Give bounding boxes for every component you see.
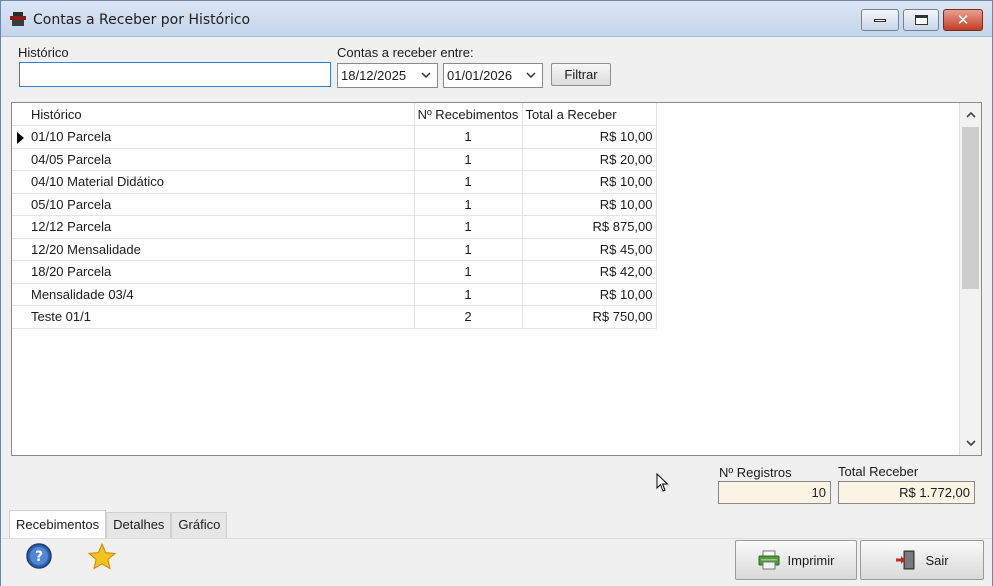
exit-button-label: Sair [925, 552, 949, 568]
svg-text:?: ? [35, 549, 43, 565]
cell-n-recebimentos: 1 [414, 170, 523, 194]
cell-historico: 18/20 Parcela [28, 260, 415, 284]
table-row[interactable]: 04/10 Material Didático 1 R$ 10,00 [12, 170, 657, 194]
date-to-picker[interactable]: 01/01/2026 [443, 63, 543, 88]
row-indicator [12, 170, 28, 194]
cell-total: R$ 875,00 [522, 215, 657, 239]
row-indicator-header [12, 103, 28, 126]
row-indicator [12, 193, 28, 216]
cell-historico: 04/05 Parcela [28, 148, 415, 171]
title-bar: Contas a Receber por Histórico ✕ [1, 1, 992, 37]
row-indicator [12, 215, 28, 239]
row-indicator [12, 125, 28, 149]
cell-n-recebimentos: 1 [414, 215, 523, 239]
vertical-scrollbar[interactable] [959, 103, 981, 455]
cell-historico: Mensalidade 03/4 [28, 283, 415, 306]
mouse-pointer-icon [656, 473, 669, 492]
tab-recebimentos[interactable]: Recebimentos [9, 510, 107, 538]
column-header-n-recebimentos[interactable]: Nº Recebimentos [414, 103, 523, 126]
row-indicator [12, 260, 28, 284]
scroll-down-button[interactable] [960, 433, 981, 453]
cell-total: R$ 42,00 [522, 260, 657, 284]
print-button[interactable]: Imprimir [735, 540, 857, 580]
chevron-down-icon [526, 72, 536, 79]
total-receber-label: Total Receber [838, 464, 919, 479]
tab-detalhes[interactable]: Detalhes [106, 512, 172, 538]
cell-total: R$ 10,00 [522, 125, 657, 149]
print-button-label: Imprimir [787, 552, 835, 568]
cell-n-recebimentos: 1 [414, 193, 523, 216]
chevron-down-icon [965, 440, 976, 447]
historico-input[interactable] [19, 62, 331, 87]
historico-label: Histórico [18, 45, 69, 60]
table-row[interactable]: 04/05 Parcela 1 R$ 20,00 [12, 148, 657, 171]
star-icon[interactable] [87, 542, 117, 572]
row-indicator [12, 238, 28, 261]
cell-n-recebimentos: 1 [414, 238, 523, 261]
cell-n-recebimentos: 1 [414, 260, 523, 284]
total-receber-value: R$ 1.772,00 [838, 481, 975, 504]
scroll-thumb[interactable] [962, 127, 979, 289]
row-indicator [12, 148, 28, 171]
exit-button[interactable]: Sair [860, 540, 984, 580]
cell-n-recebimentos: 1 [414, 125, 523, 149]
cell-total: R$ 45,00 [522, 238, 657, 261]
n-registros-value: 10 [718, 481, 831, 504]
scroll-up-button[interactable] [960, 105, 981, 125]
results-table: Histórico Nº Recebimentos Total a Recebe… [12, 103, 657, 329]
current-row-arrow-icon [16, 131, 24, 144]
table-row[interactable]: Mensalidade 03/4 1 R$ 10,00 [12, 283, 657, 306]
tab-bar: Recebimentos Detalhes Gráfico [9, 510, 228, 538]
cell-historico: 04/10 Material Didático [28, 170, 415, 194]
table-row[interactable]: 12/12 Parcela 1 R$ 875,00 [12, 215, 657, 239]
chevron-down-icon [421, 72, 431, 79]
filter-button[interactable]: Filtrar [551, 63, 611, 86]
tab-grafico[interactable]: Gráfico [171, 512, 228, 538]
help-icon[interactable]: ? [25, 542, 53, 570]
printer-icon [758, 550, 780, 570]
cell-total: R$ 10,00 [522, 283, 657, 306]
cell-total: R$ 20,00 [522, 148, 657, 171]
minimize-button[interactable] [861, 9, 899, 31]
table-row[interactable]: 01/10 Parcela 1 R$ 10,00 [12, 125, 657, 149]
date-from-picker[interactable]: 18/12/2025 [337, 63, 438, 88]
close-icon: ✕ [956, 11, 970, 29]
cell-historico: Teste 01/1 [28, 305, 415, 329]
table-header-row: Histórico Nº Recebimentos Total a Recebe… [12, 103, 657, 126]
table-row[interactable]: 05/10 Parcela 1 R$ 10,00 [12, 193, 657, 216]
table-row[interactable]: 18/20 Parcela 1 R$ 42,00 [12, 260, 657, 284]
main-window: Contas a Receber por Histórico ✕ Históri… [0, 0, 993, 586]
window-title: Contas a Receber por Histórico [33, 12, 251, 28]
results-grid: Histórico Nº Recebimentos Total a Recebe… [11, 102, 982, 456]
cell-n-recebimentos: 2 [414, 305, 523, 329]
exit-door-icon [896, 550, 915, 570]
date-range-label: Contas a receber entre: [337, 45, 474, 60]
date-to-value: 01/01/2026 [447, 68, 513, 83]
cell-total: R$ 750,00 [522, 305, 657, 329]
column-header-total[interactable]: Total a Receber [522, 103, 657, 126]
date-from-value: 18/12/2025 [341, 68, 407, 83]
app-logo-icon [10, 12, 26, 26]
row-indicator [12, 305, 28, 329]
maximize-button[interactable] [903, 9, 939, 31]
cell-n-recebimentos: 1 [414, 283, 523, 306]
row-indicator [12, 283, 28, 306]
cell-total: R$ 10,00 [522, 193, 657, 216]
cell-historico: 12/12 Parcela [28, 215, 415, 239]
cell-historico: 05/10 Parcela [28, 193, 415, 216]
close-button[interactable]: ✕ [943, 9, 983, 31]
column-header-historico[interactable]: Histórico [28, 103, 415, 126]
cell-total: R$ 10,00 [522, 170, 657, 194]
cell-historico: 01/10 Parcela [28, 125, 415, 149]
table-row[interactable]: Teste 01/1 2 R$ 750,00 [12, 305, 657, 329]
maximize-icon [914, 15, 928, 25]
n-registros-label: Nº Registros [719, 465, 792, 480]
minimize-icon [874, 18, 886, 22]
cell-n-recebimentos: 1 [414, 148, 523, 171]
chevron-up-icon [965, 111, 976, 118]
table-row[interactable]: 12/20 Mensalidade 1 R$ 45,00 [12, 238, 657, 261]
cell-historico: 12/20 Mensalidade [28, 238, 415, 261]
